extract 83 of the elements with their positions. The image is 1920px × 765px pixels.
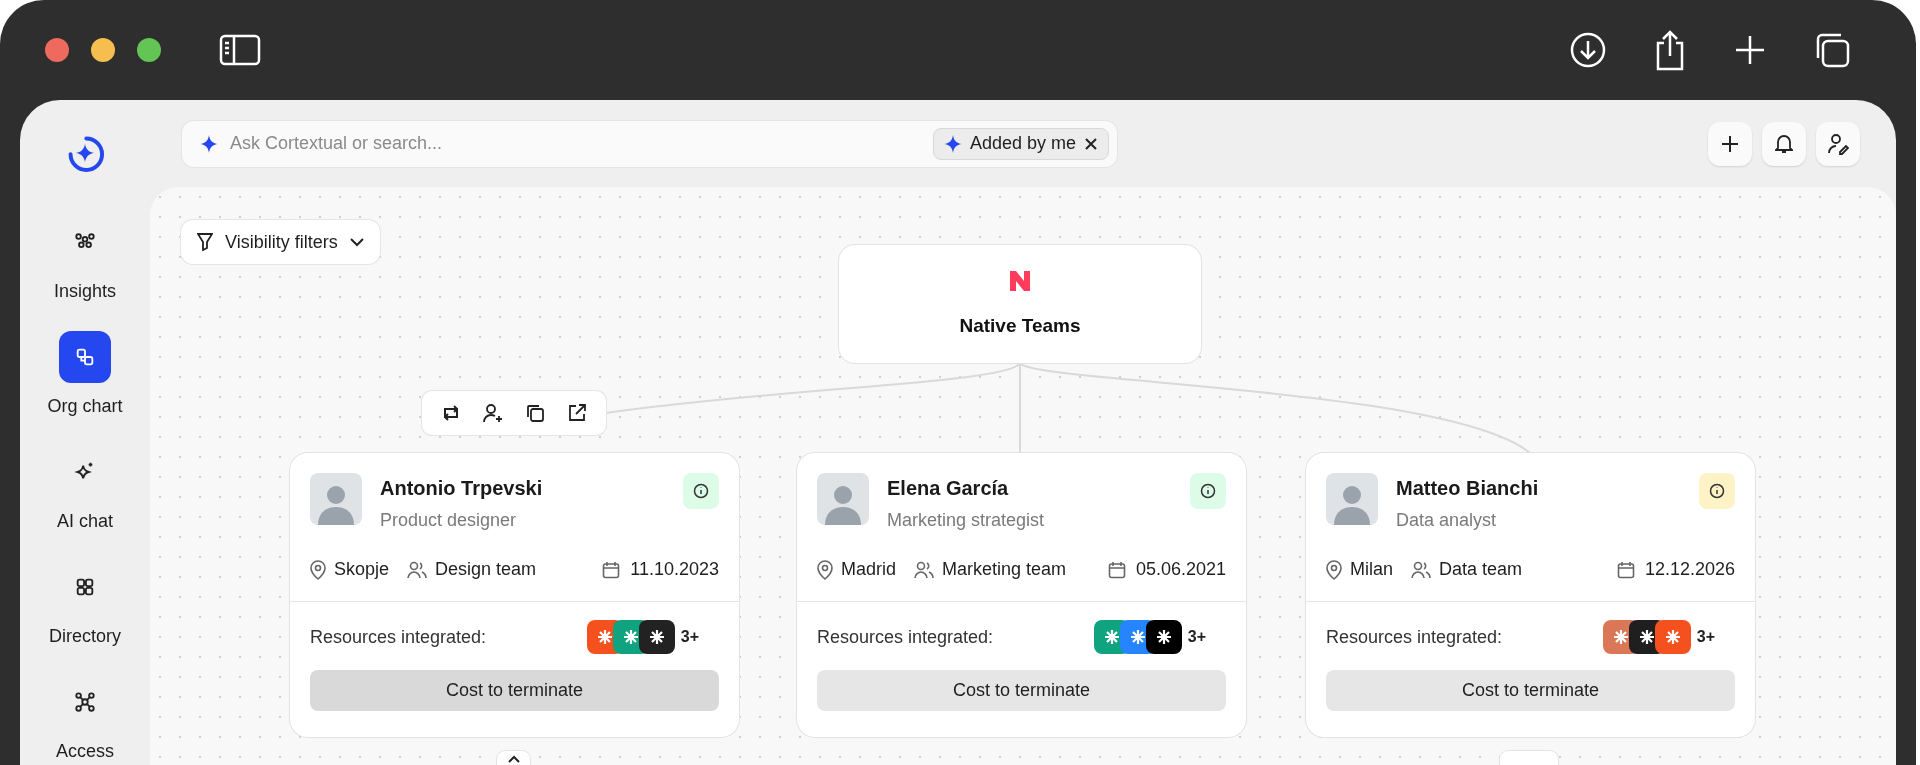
nav-label[interactable]: Access xyxy=(56,738,114,765)
info-icon xyxy=(693,483,709,499)
person-name: Antonio Trpevski xyxy=(380,476,543,501)
location-pin-icon xyxy=(1326,559,1342,580)
resources-label: Resources integrated: xyxy=(817,625,994,649)
filter-chip-label: Added by me xyxy=(969,132,1076,155)
filter-chip[interactable]: Added by me xyxy=(932,127,1109,160)
person-card[interactable]: Matteo Bianchi Data analyst Milan Data team 12.12.2026 Resources integrated: 3+ Cost to terminate xyxy=(1306,453,1755,737)
avatar-placeholder xyxy=(1326,473,1378,525)
add-button[interactable] xyxy=(1708,121,1752,166)
team-name: Marketing team xyxy=(942,558,1067,581)
nav-label[interactable]: Directory xyxy=(49,623,121,650)
sparkle-icon xyxy=(943,134,962,153)
person-card[interactable]: Elena García Marketing strategist Madrid Marketing team 05.06.2021 Resources integrated: 3+ Cost to terminate xyxy=(797,453,1246,737)
add-user-icon[interactable] xyxy=(483,403,503,423)
more-count: 3+ xyxy=(680,627,699,647)
swap-icon[interactable] xyxy=(441,403,461,423)
info-icon xyxy=(1709,483,1725,499)
nav-label[interactable]: Insights xyxy=(53,278,116,305)
nav-label[interactable]: Org chart xyxy=(47,393,123,420)
team-name: Design team xyxy=(435,558,537,581)
people-icon xyxy=(914,560,935,579)
maximize-window-button[interactable] xyxy=(137,38,161,62)
info-badge[interactable] xyxy=(1699,473,1735,509)
start-date: 12.12.2026 xyxy=(1644,558,1735,581)
external-link-icon[interactable] xyxy=(567,403,587,423)
avatar-placeholder xyxy=(310,473,362,525)
org-root-node[interactable]: Native Teams xyxy=(839,245,1201,363)
person-name: Matteo Bianchi xyxy=(1396,476,1539,501)
close-icon[interactable] xyxy=(1084,136,1098,151)
location-pin-icon xyxy=(310,559,326,580)
grid-icon xyxy=(74,576,96,598)
minimize-window-button[interactable] xyxy=(91,38,115,62)
location: Madrid xyxy=(841,558,897,581)
calendar-icon xyxy=(1616,560,1635,579)
plus-icon[interactable] xyxy=(1733,33,1767,67)
calendar-icon xyxy=(602,560,621,579)
cost-to-terminate-button[interactable]: Cost to terminate xyxy=(310,670,719,711)
funnel-icon xyxy=(197,233,213,251)
calendar-icon xyxy=(1107,560,1126,579)
avatar-placeholder xyxy=(817,473,869,525)
person-role: Data analyst xyxy=(1396,509,1498,532)
resources-label: Resources integrated: xyxy=(310,625,487,649)
profile-button[interactable] xyxy=(1816,121,1860,166)
person-card[interactable]: Antonio Trpevski Product designer Skopje Design team 11.10.2023 Resources integrated: 3+ Cost to terminate xyxy=(290,453,739,737)
nav-label[interactable]: AI chat xyxy=(57,508,113,535)
copy-icon[interactable] xyxy=(525,403,545,423)
team-name: Data team xyxy=(1439,558,1523,581)
linked-squares-icon xyxy=(74,346,96,368)
search-input[interactable]: Ask Cortextual or search... xyxy=(230,130,933,157)
chevron-down-icon xyxy=(349,237,364,247)
person-role: Product designer xyxy=(380,509,518,532)
plus-icon xyxy=(1721,134,1739,153)
download-icon[interactable] xyxy=(1569,31,1607,69)
caret-up-icon xyxy=(507,755,520,763)
info-icon xyxy=(1200,483,1216,499)
network-icon xyxy=(74,691,96,713)
start-date: 05.06.2021 xyxy=(1135,558,1226,581)
cost-to-terminate-button[interactable]: Cost to terminate xyxy=(1326,670,1735,711)
close-window-button[interactable] xyxy=(45,38,69,62)
user-edit-icon xyxy=(1827,132,1849,155)
person-name: Elena García xyxy=(887,476,1010,501)
search-field[interactable]: Ask Cortextual or search... Added by me xyxy=(182,120,1117,167)
bell-icon xyxy=(1775,133,1793,154)
sparkle-icon xyxy=(200,134,218,153)
person-role: Marketing strategist xyxy=(887,509,1045,532)
more-count: 3+ xyxy=(1696,627,1715,647)
more-count: 3+ xyxy=(1187,627,1206,647)
people-icon xyxy=(1411,560,1431,579)
location: Skopje xyxy=(334,558,390,581)
location: Milan xyxy=(1350,558,1393,581)
start-date: 11.10.2023 xyxy=(630,558,719,581)
location-pin-icon xyxy=(817,559,833,580)
info-badge[interactable] xyxy=(1190,473,1226,509)
nav-icon-tile[interactable] xyxy=(59,331,111,383)
visibility-filters-button[interactable]: Visibility filters xyxy=(181,220,380,264)
notifications-button[interactable] xyxy=(1762,121,1806,166)
company-name: Native Teams xyxy=(959,313,1081,338)
info-badge[interactable] xyxy=(683,473,719,509)
resources-label: Resources integrated: xyxy=(1326,625,1503,649)
sidebar-toggle-icon[interactable] xyxy=(219,34,261,66)
people-icon xyxy=(407,560,428,579)
cost-to-terminate-button[interactable]: Cost to terminate xyxy=(817,670,1226,711)
